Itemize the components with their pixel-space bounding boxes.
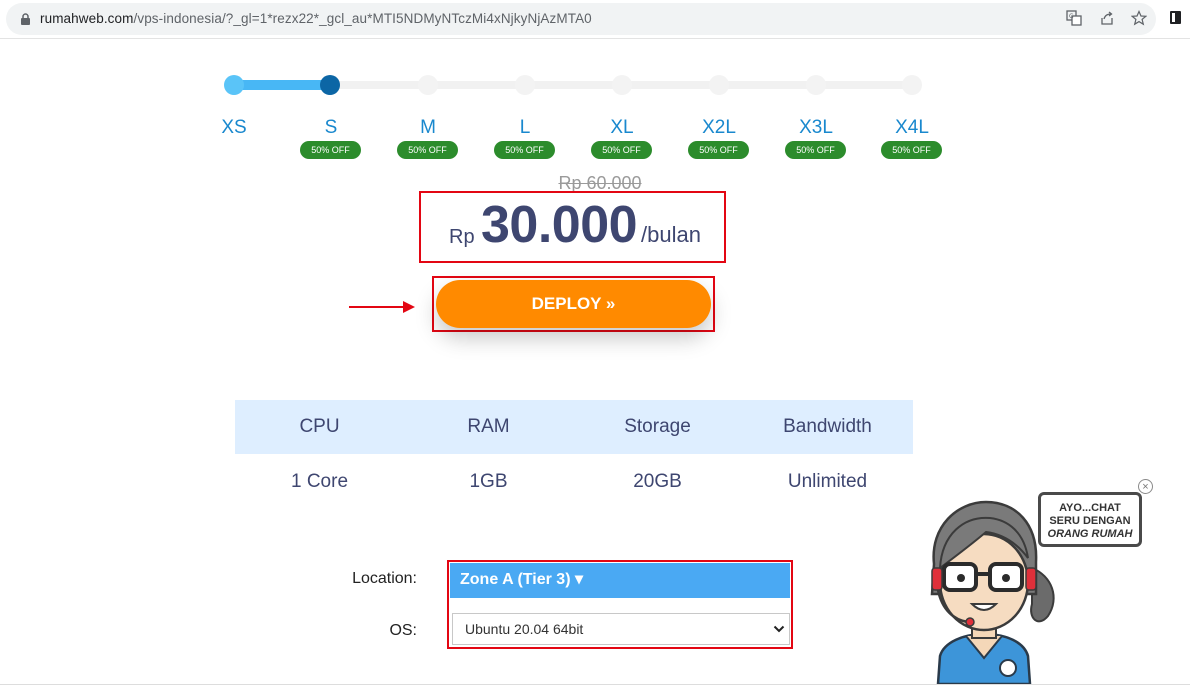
os-value: Ubuntu 20.04 64bit — [465, 621, 584, 637]
tier-label-xl[interactable]: XL — [592, 117, 652, 139]
share-icon[interactable] — [1099, 10, 1115, 26]
slider-knob-l[interactable] — [515, 75, 535, 95]
url-path: /vps-indonesia/?_gl=1*rezx22*_gcl_au*MTI… — [133, 11, 592, 26]
tier-label-xs[interactable]: XS — [204, 117, 264, 139]
chat-close-icon[interactable]: × — [1138, 479, 1153, 494]
discount-badge-x4l: 50% OFF — [881, 141, 942, 159]
annotation-arrow-head — [403, 301, 415, 313]
url-domain: rumahweb.com — [40, 11, 134, 26]
spec-value-storage: 20GB — [633, 471, 682, 492]
discount-badge-m: 50% OFF — [397, 141, 458, 159]
slider-knob-xs[interactable] — [224, 75, 244, 95]
price-display: Rp 30.000 /bulan — [419, 191, 726, 263]
location-dropdown[interactable]: Zone A (Tier 3) ▾ — [450, 563, 790, 598]
location-value: Zone A (Tier 3) — [460, 571, 571, 588]
slider-knob-xl[interactable] — [612, 75, 632, 95]
location-label: Location: — [352, 570, 417, 587]
discount-badge-xl: 50% OFF — [591, 141, 652, 159]
lock-icon — [21, 13, 30, 25]
chevron-down-icon: ▾ — [574, 571, 584, 588]
bookmark-star-icon[interactable] — [1131, 10, 1147, 26]
spec-value-bandwidth: Unlimited — [787, 471, 868, 492]
address-bar[interactable]: rumahweb.com/vps-indonesia/?_gl=1*rezx22… — [6, 3, 1156, 35]
chevron-down-icon — [773, 625, 785, 633]
plan-slider-fill — [234, 80, 330, 90]
specs-value-row: 1 Core 1GB 20GB Unlimited — [235, 455, 913, 509]
spec-value-cpu: 1 Core — [290, 471, 349, 492]
deploy-highlight: DEPLOY » — [432, 276, 715, 332]
discount-badge-l: 50% OFF — [494, 141, 555, 159]
translate-icon[interactable]: G — [1066, 10, 1082, 26]
slider-knob-x4l[interactable] — [902, 75, 922, 95]
discount-badge-x2l: 50% OFF — [688, 141, 749, 159]
price-period: /bulan — [641, 222, 701, 247]
spec-header-bandwidth: Bandwidth — [783, 416, 872, 437]
discount-badge-s: 50% OFF — [300, 141, 361, 159]
spec-value-ram: 1GB — [469, 471, 508, 492]
annotation-arrow-line — [349, 306, 405, 308]
slider-knob-x2l[interactable] — [709, 75, 729, 95]
slider-knob-x3l[interactable] — [806, 75, 826, 95]
discount-badge-x3l: 50% OFF — [785, 141, 846, 159]
url-text[interactable]: rumahweb.com/vps-indonesia/?_gl=1*rezx22… — [40, 11, 592, 26]
svg-text:G: G — [1069, 13, 1074, 20]
tier-label-x4l[interactable]: X4L — [882, 117, 942, 139]
price-currency: Rp — [449, 226, 475, 248]
tier-label-l[interactable]: L — [495, 117, 555, 139]
spec-header-storage: Storage — [624, 416, 691, 437]
slider-knob-m[interactable] — [418, 75, 438, 95]
tier-label-m[interactable]: M — [398, 117, 458, 139]
tier-label-s[interactable]: S — [301, 117, 361, 139]
os-label: OS: — [389, 622, 417, 639]
tier-label-x2l[interactable]: X2L — [689, 117, 749, 139]
deploy-button[interactable]: DEPLOY » — [436, 280, 711, 328]
price-amount: 30.000 — [481, 196, 638, 254]
tier-label-x3l[interactable]: X3L — [786, 117, 846, 139]
spec-header-ram: RAM — [467, 416, 510, 437]
specs-header-row: CPU RAM Storage Bandwidth — [235, 400, 913, 454]
chat-mascot-avatar[interactable] — [920, 498, 1060, 684]
slider-knob-s[interactable] — [320, 75, 340, 95]
side-panel-icon[interactable] — [1170, 11, 1181, 24]
os-select[interactable]: Ubuntu 20.04 64bit — [452, 613, 790, 645]
browser-toolbar: rumahweb.com/vps-indonesia/?_gl=1*rezx22… — [0, 0, 1190, 39]
spec-header-cpu: CPU — [299, 416, 340, 437]
